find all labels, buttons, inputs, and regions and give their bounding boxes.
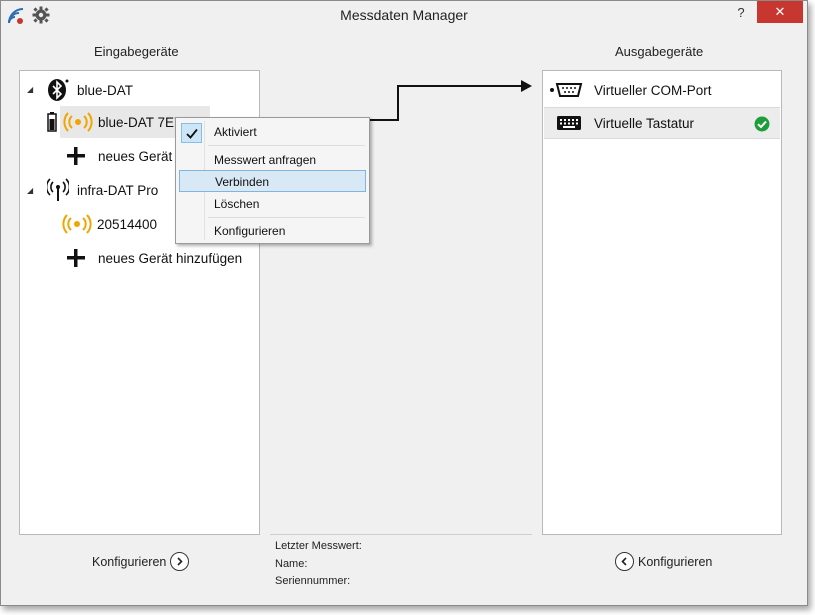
messdaten-manager-window: Messdaten Manager ? ✕ Eingabegeräte Ausg… — [0, 0, 808, 606]
menu-item-request-value[interactable]: Messwert anfragen — [179, 149, 366, 171]
chevron-right-icon — [170, 552, 190, 571]
device-label: 20514400 — [97, 216, 158, 232]
configure-output-button[interactable]: Konfigurieren — [615, 552, 712, 571]
configure-label: Konfigurieren — [92, 554, 167, 569]
menu-item-label: Verbinden — [215, 175, 270, 189]
tree-group-infra-dat-pro[interactable]: infra-DAT Pro — [47, 174, 158, 206]
output-devices-panel: Virtueller COM-Port Virtuelle Tastatur — [542, 70, 782, 535]
input-devices-title: Eingabegeräte — [94, 44, 179, 59]
help-button[interactable]: ? — [728, 3, 754, 25]
measurement-info-area: Letzter Messwert: Name: Seriennummer: — [270, 534, 532, 594]
collapse-arrow-icon[interactable]: ◢ — [27, 186, 33, 195]
menu-item-label: Messwert anfragen — [214, 153, 317, 167]
tree-item-add-device[interactable]: neues Gerät hinzufügen — [66, 242, 242, 274]
serial-number-label: Seriennummer: — [275, 575, 351, 587]
window-title: Messdaten Manager — [340, 7, 468, 23]
menu-item-activated[interactable]: Aktiviert — [179, 121, 366, 143]
configure-label: Konfigurieren — [638, 554, 713, 569]
device-context-menu: Aktiviert Messwert anfragen Verbinden Lö… — [175, 117, 370, 244]
keyboard-icon — [557, 116, 581, 130]
menu-item-delete[interactable]: Löschen — [179, 193, 366, 215]
tree-group-blue-dat[interactable]: blue-DAT — [47, 74, 133, 106]
check-circle-icon — [754, 116, 770, 132]
title-bar: Messdaten Manager ? ✕ — [1, 1, 807, 31]
output-item-com-port[interactable]: Virtueller COM-Port — [544, 74, 780, 106]
menu-separator — [208, 145, 365, 146]
plus-icon — [67, 249, 85, 267]
plus-icon — [67, 147, 85, 165]
last-value-label: Letzter Messwert: — [275, 540, 362, 552]
output-item-label: Virtuelle Tastatur — [594, 115, 695, 131]
group-label: blue-DAT — [77, 82, 134, 98]
add-device-label: neues Gerät hinzufügen — [98, 250, 243, 266]
collapse-arrow-icon[interactable]: ◢ — [27, 85, 33, 94]
serial-port-icon — [550, 83, 583, 97]
output-item-keyboard[interactable]: Virtuelle Tastatur — [544, 107, 780, 139]
antenna-icon — [47, 178, 69, 201]
output-devices-title: Ausgabegeräte — [615, 44, 704, 59]
menu-item-configure[interactable]: Konfigurieren — [179, 220, 366, 242]
checkmark-icon — [181, 123, 202, 143]
bluetooth-icon — [48, 79, 69, 101]
menu-item-label: Löschen — [214, 197, 260, 211]
close-button[interactable]: ✕ — [757, 1, 803, 23]
battery-icon — [47, 112, 57, 132]
name-label: Name: — [275, 558, 308, 570]
group-label: infra-DAT Pro — [77, 182, 159, 198]
signal-icon — [62, 214, 92, 234]
chevron-left-icon — [615, 552, 634, 571]
menu-separator — [208, 217, 365, 218]
menu-item-connect[interactable]: Verbinden — [179, 170, 366, 192]
tree-item-infra-device[interactable]: 20514400 — [62, 208, 157, 240]
signal-icon — [63, 112, 93, 132]
configure-input-button[interactable]: Konfigurieren — [92, 552, 190, 571]
output-item-label: Virtueller COM-Port — [594, 82, 712, 98]
menu-item-label: Aktiviert — [214, 125, 257, 139]
menu-item-label: Konfigurieren — [214, 224, 286, 238]
